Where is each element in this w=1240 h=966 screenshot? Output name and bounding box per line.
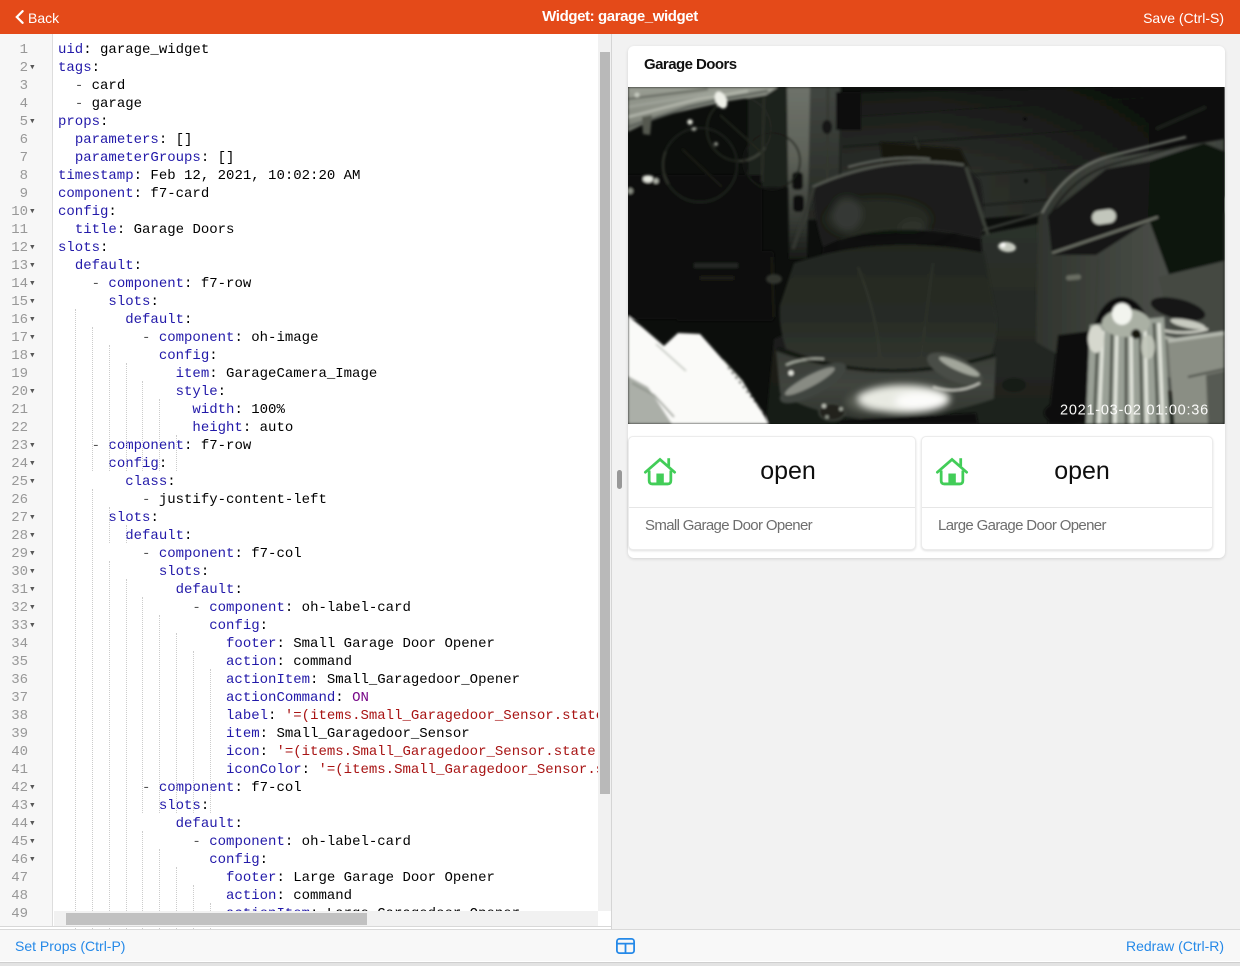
svg-text:2021-03-02 01:00:36: 2021-03-02 01:00:36 <box>1060 403 1209 419</box>
